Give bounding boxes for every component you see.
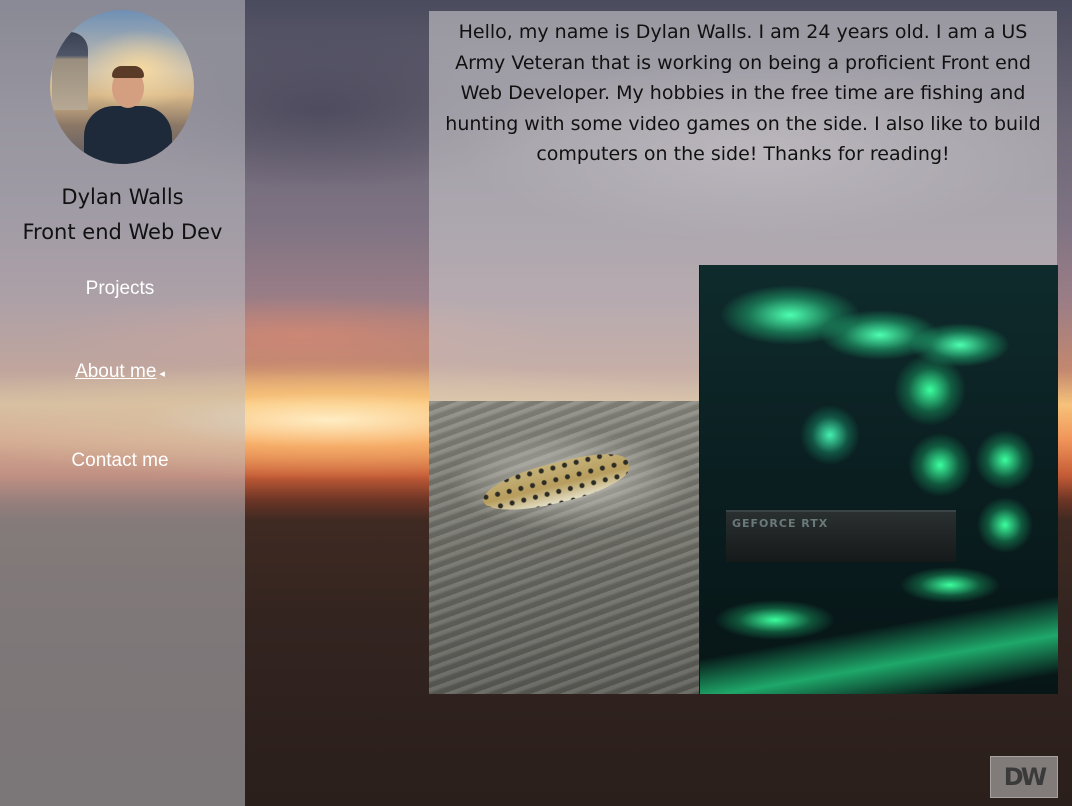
pc-build-photo: GEFORCE RTX: [699, 265, 1058, 694]
nav-link-projects[interactable]: Projects: [0, 278, 240, 300]
gpu-label: GEFORCE RTX: [732, 517, 829, 530]
nav-link-about-me-label: About me: [75, 361, 157, 382]
active-indicator-icon: ◂: [159, 368, 165, 380]
avatar-hair: [112, 66, 144, 78]
sidebar: Dylan Walls Front end Web Dev Projects A…: [0, 0, 245, 806]
avatar-building: [52, 32, 88, 110]
nav-link-contact-me-label: Contact me: [71, 450, 169, 471]
profile-name: Dylan Walls: [61, 185, 184, 209]
fishing-photo: [429, 401, 699, 694]
bio-text: Hello, my name is Dylan Walls. I am 24 y…: [445, 21, 1041, 165]
nav-link-about-me[interactable]: About me ◂: [0, 361, 240, 383]
profile-role: Front end Web Dev: [22, 220, 223, 244]
dw-logo: DW: [990, 756, 1058, 798]
avatar-shirt: [84, 106, 172, 164]
profile-avatar: [50, 10, 194, 164]
nav-link-contact-me[interactable]: Contact me: [0, 450, 240, 472]
nav-link-projects-label: Projects: [85, 278, 155, 299]
trout-fish: [478, 445, 634, 521]
page-background: Dylan Walls Front end Web Dev Projects A…: [0, 0, 1072, 806]
